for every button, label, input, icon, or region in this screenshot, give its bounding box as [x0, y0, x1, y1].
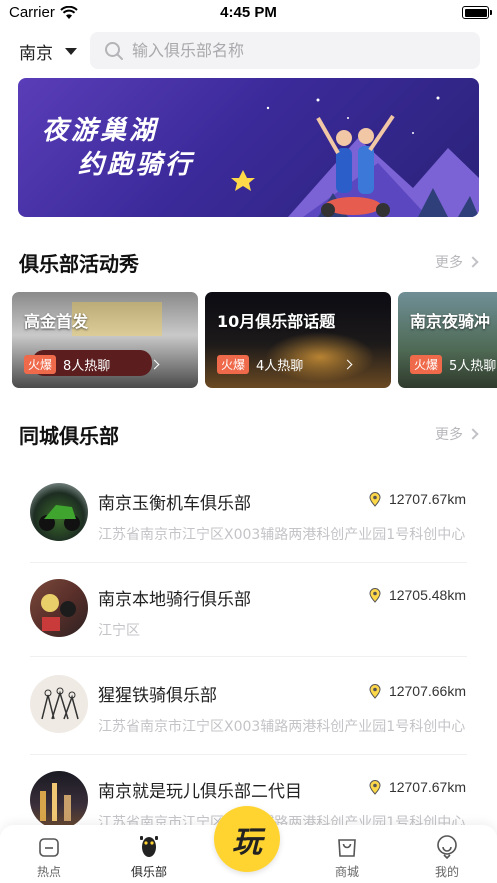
distance-text: 12707.66km [388, 683, 466, 699]
card-footer: 火爆 8人热聊 [24, 355, 110, 374]
activity-more-label: 更多 [435, 255, 463, 271]
club-section-title: 同城俱乐部 [19, 420, 125, 449]
chat-count: 5人热聊 [449, 359, 497, 374]
club-name: 南京玉衡机车俱乐部 [98, 494, 251, 514]
play-label: 玩 [232, 825, 262, 860]
distance-text: 12707.67km [388, 779, 466, 795]
activity-card-list: 高金首发 火爆 8人热聊 10月俱乐部话题 火爆 4人热聊 南京夜骑冲 火爆 5… [12, 292, 497, 388]
club-distance: 12705.48km [369, 587, 466, 603]
chevron-right-icon [467, 256, 479, 268]
club-avatar [30, 579, 88, 637]
club-name: 南京就是玩儿俱乐部二代目 [98, 782, 302, 802]
activity-card[interactable]: 10月俱乐部话题 火爆 4人热聊 [205, 292, 391, 388]
tab-label: 我的 [434, 865, 459, 879]
club-avatar [30, 483, 88, 541]
chevron-right-icon [467, 428, 479, 440]
hot-badge: 火爆 [410, 355, 443, 374]
divider [30, 656, 467, 657]
location-pin-icon [369, 587, 381, 603]
club-list-item[interactable]: 南京玉衡机车俱乐部 12707.67km 江苏省南京市江宁区X003辅路两港科创… [30, 483, 480, 578]
search-bar[interactable] [90, 32, 480, 69]
club-more-label: 更多 [435, 427, 463, 443]
banner-headline: 夜游巢湖 [42, 116, 159, 146]
club-distance: 12707.67km [369, 491, 466, 507]
activity-card[interactable]: 南京夜骑冲 火爆 5人热聊 [398, 292, 497, 388]
hot-badge: 火爆 [24, 355, 57, 374]
activity-section-title-text: 俱乐部活动秀 [19, 252, 139, 276]
club-name: 南京本地骑行俱乐部 [98, 590, 251, 610]
club-icon [140, 836, 158, 857]
club-more-link[interactable]: 更多 [435, 424, 479, 444]
card-title: 10月俱乐部话题 [217, 312, 336, 331]
hot-icon [39, 838, 59, 857]
divider [30, 754, 467, 755]
club-name: 猩猩铁骑俱乐部 [98, 686, 217, 706]
profile-icon [437, 835, 457, 859]
card-title: 南京夜骑冲 [410, 312, 491, 331]
promo-banner[interactable]: 夜游巢湖 约跑骑行 [18, 78, 479, 217]
club-list-item[interactable]: 猩猩铁骑俱乐部 12707.66km 江苏省南京市江宁区X003辅路两港科创产业… [30, 675, 480, 770]
hot-badge: 火爆 [217, 355, 250, 374]
activity-section-title: 俱乐部活动秀 [19, 248, 145, 277]
tab-profile[interactable]: 我的 [412, 833, 482, 880]
search-input[interactable] [132, 41, 452, 60]
location-pin-icon [369, 491, 381, 507]
club-address: 江苏省南京市江宁区X003辅路两港科创产业园1号科创中心 [98, 719, 466, 735]
activity-card[interactable]: 高金首发 火爆 8人热聊 [12, 292, 198, 388]
divider [30, 562, 467, 563]
card-title: 高金首发 [24, 312, 89, 331]
tab-label: 热点 [36, 865, 61, 879]
chat-count: 4人热聊 [256, 359, 304, 374]
play-button[interactable]: 玩 [214, 806, 280, 872]
club-distance: 12707.66km [369, 683, 466, 699]
distance-text: 12705.48km [388, 587, 466, 603]
chat-count: 8人热聊 [63, 359, 111, 374]
tab-label: 俱乐部 [130, 865, 167, 879]
shop-icon [338, 839, 356, 857]
location-pin-icon [369, 683, 381, 699]
club-distance: 12707.67km [369, 779, 466, 795]
card-footer: 火爆 5人热聊 [410, 355, 496, 374]
tab-club[interactable]: 俱乐部 [114, 833, 184, 880]
club-address: 江宁区 [98, 623, 140, 639]
club-avatar [30, 675, 88, 733]
search-icon [105, 41, 123, 60]
club-avatar [30, 771, 88, 829]
club-address: 江苏省南京市江宁区X003辅路两港科创产业园1号科创中心 [98, 527, 466, 543]
status-time: 4:45 PM [220, 4, 277, 21]
tab-shop[interactable]: 商城 [312, 833, 382, 880]
card-footer: 火爆 4人热聊 [217, 355, 303, 374]
status-bar: Carrier 4:45 PM [0, 0, 497, 26]
caret-down-icon [65, 47, 77, 55]
city-selector[interactable]: 南京 [19, 38, 77, 64]
club-section-title-text: 同城俱乐部 [19, 424, 119, 448]
city-label: 南京 [19, 43, 53, 64]
banner-subheadline: 约跑骑行 [78, 150, 195, 180]
activity-more-link[interactable]: 更多 [435, 252, 479, 272]
tab-hot[interactable]: 热点 [14, 833, 84, 880]
location-pin-icon [369, 779, 381, 795]
distance-text: 12707.67km [388, 491, 466, 507]
tab-label: 商城 [334, 865, 359, 879]
club-list-item[interactable]: 南京本地骑行俱乐部 12705.48km 江宁区 [30, 579, 480, 674]
battery-icon [462, 6, 492, 19]
